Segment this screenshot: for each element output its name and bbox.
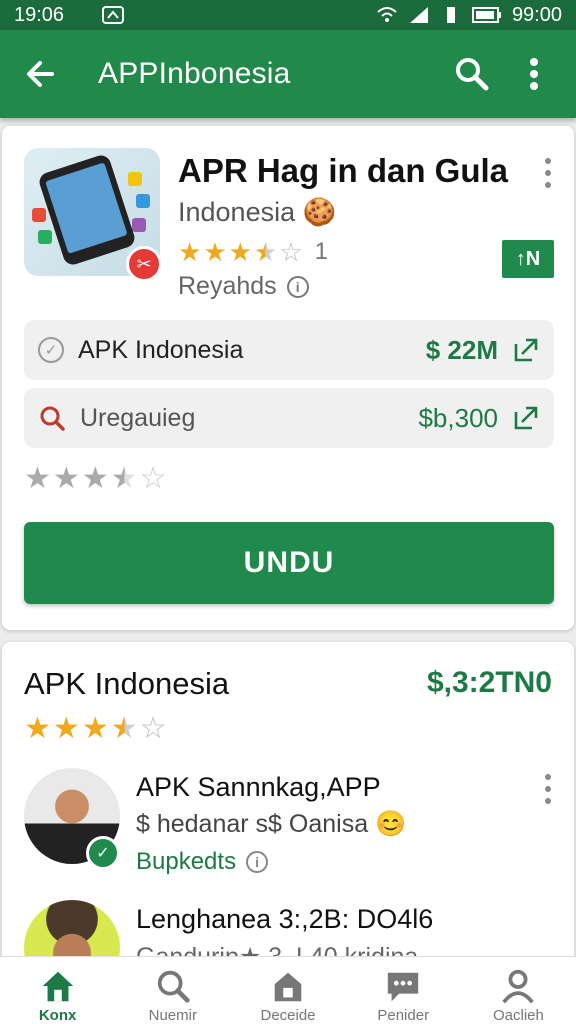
search-icon: [456, 58, 489, 91]
star-icon: ★: [52, 462, 80, 495]
nav-messages[interactable]: Penider: [346, 957, 461, 1024]
battery-icon: [471, 7, 501, 23]
nav-label: Oaclieh: [492, 1007, 544, 1024]
search-button[interactable]: [452, 54, 492, 94]
info-row-apk[interactable]: ✓ APK Indonesia $ 22M: [24, 320, 554, 380]
developer-row: Reyahds i: [178, 272, 309, 301]
star-rating: ★ ★ ★ ★ ☆: [178, 239, 303, 265]
update-badge[interactable]: ↑N: [502, 240, 554, 278]
status-time: 19:06: [14, 3, 65, 26]
more-vert-icon[interactable]: [538, 158, 558, 188]
wifi-icon: [377, 7, 397, 22]
star-half-icon: ★: [110, 712, 138, 745]
nav-label: Nuemir: [148, 1007, 197, 1024]
list-item-title[interactable]: Lenghanea 3:,2B: DO4l6: [136, 904, 433, 935]
section-title: APK Indonesia: [24, 666, 230, 701]
info-icon[interactable]: i: [246, 851, 269, 873]
more-vert-icon: [530, 58, 538, 90]
star-empty-icon: ☆: [139, 712, 167, 745]
app-badge-icon: ✂: [126, 246, 162, 282]
open-external-icon[interactable]: [512, 404, 540, 432]
app-subtitle: Indonesia 🍪: [178, 197, 337, 227]
person-icon: [502, 969, 535, 1004]
status-bar: 19:06 99:00: [0, 0, 576, 30]
arrow-back-icon[interactable]: [22, 56, 58, 92]
nav-label: Konx: [38, 1007, 77, 1024]
rating-count: 1: [314, 238, 328, 265]
app-detail-card: ✂ APR Hag in dan Gula Indonesia 🍪 ★ ★ ★ ★ ☆ …: [2, 126, 574, 630]
app-bar: APPInbonesia: [0, 30, 576, 118]
star-icon: ★: [228, 237, 252, 267]
app-title: APR Hag in dan Gula: [178, 152, 509, 189]
star-empty-icon: ☆: [279, 237, 303, 267]
list-item-title[interactable]: APK Sannnkag,APP: [136, 772, 381, 803]
info-icon[interactable]: i: [286, 275, 309, 298]
star-icon: ★: [52, 712, 80, 745]
star-icon: ★: [81, 462, 109, 495]
more-vert-icon[interactable]: [538, 774, 558, 804]
nav-device[interactable]: Deceide: [230, 957, 345, 1024]
notification-icon: [102, 6, 125, 24]
app-bar-title: APPInbonesia: [98, 57, 291, 90]
check-circle-icon: ✓: [38, 337, 64, 363]
list-item-subtitle: $ hedanar s$ Oanisa 😊: [136, 810, 407, 838]
bottom-navigation: Konx Nuemir Deceide Penider Oaclieh: [0, 956, 576, 1024]
row-value: $b,300: [418, 402, 498, 433]
row-value: $ 22M: [425, 334, 498, 365]
nav-label: Deceide: [260, 1007, 316, 1024]
chat-icon: [388, 972, 419, 1002]
row-label: APK Indonesia: [78, 335, 244, 364]
open-external-icon[interactable]: [512, 336, 540, 364]
star-icon: ★: [24, 712, 51, 745]
star-half-icon: ★: [253, 237, 278, 267]
search-icon: [40, 406, 65, 431]
star-icon: ★: [24, 462, 51, 495]
app-list-card: APK Indonesia $,3:2TN0 ★ ★ ★ ★ ☆ ✓ APK Sannn…: [2, 642, 574, 996]
star-icon: ★: [81, 712, 109, 745]
star-empty-icon: ☆: [139, 462, 167, 495]
app-rating: ★ ★ ★ ★ ☆ 1: [178, 238, 328, 266]
row-label: Uregauieg: [80, 403, 196, 432]
nav-search[interactable]: Nuemir: [115, 957, 230, 1024]
developer-name[interactable]: Reyahds: [178, 272, 277, 301]
home-icon: [42, 971, 73, 1002]
more-options-button[interactable]: [514, 54, 554, 94]
list-item-developer: Bupkedts i: [136, 848, 269, 876]
star-icon: ★: [203, 237, 227, 267]
star-rating[interactable]: ★ ★ ★ ★ ☆: [24, 464, 167, 494]
info-row-search[interactable]: Uregauieg $b,300: [24, 388, 554, 448]
sim-icon: [446, 7, 455, 23]
nav-profile[interactable]: Oaclieh: [461, 957, 576, 1024]
nav-home[interactable]: Konx: [0, 957, 115, 1024]
house-icon: [274, 972, 302, 1002]
section-price: $,3:2TN0: [426, 666, 552, 699]
star-icon: ★: [178, 237, 202, 267]
search-icon: [157, 970, 190, 1003]
nav-label: Penider: [377, 1007, 430, 1024]
verified-icon: ✓: [86, 836, 120, 870]
star-half-icon: ★: [110, 462, 138, 495]
status-clock: 99:00: [511, 3, 562, 26]
download-button[interactable]: UNDU: [24, 522, 554, 604]
signal-icon: [409, 7, 428, 23]
star-rating: ★ ★ ★ ★ ☆: [24, 714, 167, 744]
developer-name[interactable]: Bupkedts: [136, 848, 236, 876]
